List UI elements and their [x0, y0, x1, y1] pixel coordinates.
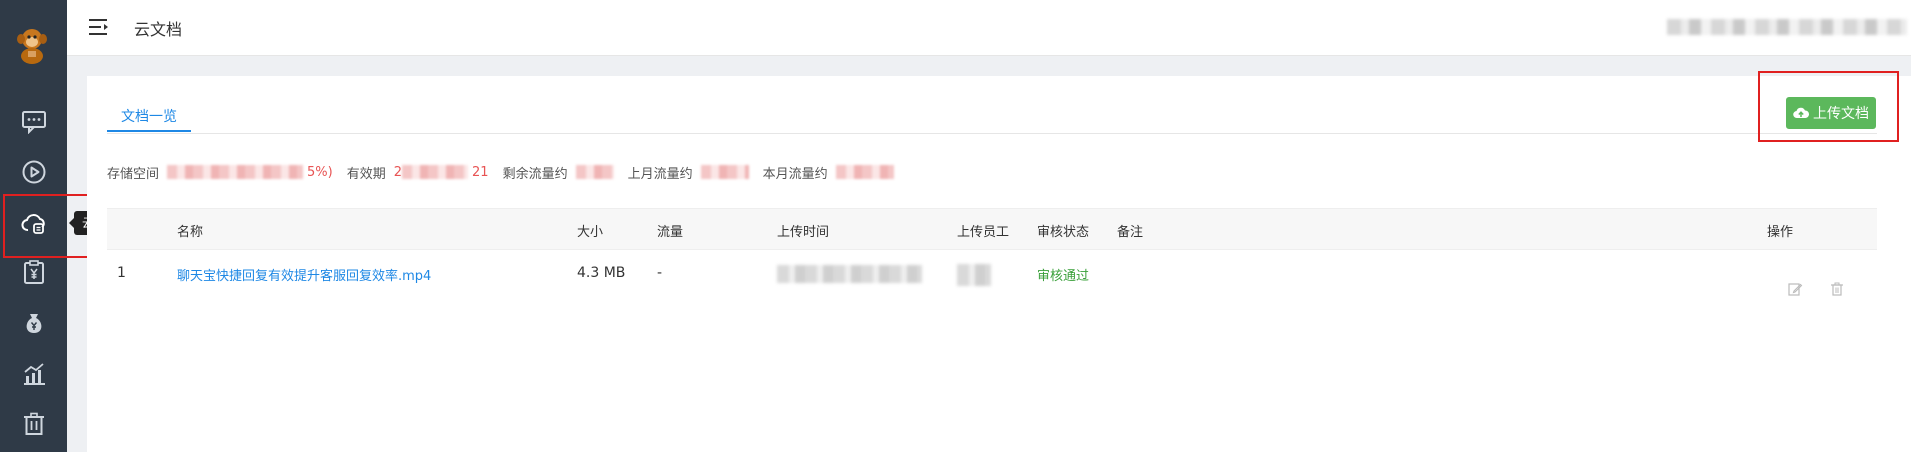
upload-time-redacted [777, 265, 922, 283]
sidebar-item-cloud-docs[interactable] [0, 201, 67, 245]
top-header: 云文档 [67, 0, 1911, 56]
table-row: 1 聊天宝快捷回复有效提升客服回复效率.mp4 4.3 MB - 审核通过 [107, 251, 1877, 301]
column-header-name: 名称 [177, 225, 204, 240]
column-header-size: 大小 [577, 225, 604, 240]
file-traffic: - [657, 265, 663, 281]
upload-button-label: 上传文档 [1813, 106, 1869, 122]
sidebar [0, 0, 67, 452]
trash-icon [1831, 282, 1843, 296]
storage-label: 存储空间 [107, 166, 160, 182]
chat-icon [21, 111, 46, 134]
file-name-link[interactable]: 聊天宝快捷回复有效提升客服回复效率.mp4 [177, 265, 431, 284]
money-bag-icon [26, 314, 41, 333]
column-header-uploader: 上传员工 [957, 225, 1010, 240]
this-month-traffic-label: 本月流量约 [762, 166, 828, 182]
clipboard-yuan-icon [23, 260, 44, 284]
sidebar-item-finance[interactable] [0, 301, 67, 345]
last-month-traffic-label: 上月流量约 [627, 166, 693, 182]
tab-document-list[interactable]: 文档一览 [107, 106, 191, 132]
validity-label: 有效期 [346, 166, 386, 182]
column-header-review-status: 审核状态 [1037, 225, 1090, 240]
last-month-traffic-redacted [700, 165, 749, 179]
storage-value-suffix: 5%) [307, 164, 333, 180]
review-status-badge: 审核通过 [1037, 269, 1090, 284]
table-header: 名称 大小 流量 上传时间 上传员工 审核状态 备注 操作 [107, 208, 1877, 250]
content-card: 文档一览 上传文档 存储空间 5%) 有效期 2 21 剩余流量约 上月流量约 … [87, 76, 1911, 452]
sidebar-item-statistics[interactable] [0, 352, 67, 396]
sidebar-item-billing[interactable] [0, 250, 67, 294]
remaining-traffic-label: 剩余流量约 [502, 166, 568, 182]
validity-value-prefix: 2 [393, 164, 403, 180]
page-title: 云文档 [134, 20, 183, 39]
this-month-traffic-redacted [835, 165, 894, 179]
remaining-traffic-redacted [575, 165, 614, 179]
tab-divider [107, 133, 1877, 134]
delete-button[interactable] [1829, 281, 1845, 297]
play-icon [22, 160, 45, 184]
validity-value-redacted [402, 165, 469, 179]
row-index: 1 [117, 265, 126, 281]
sidebar-item-recycle[interactable] [0, 402, 67, 446]
file-size: 4.3 MB [577, 265, 626, 281]
column-header-actions: 操作 [1767, 225, 1794, 240]
cloud-upload-icon [1793, 107, 1809, 119]
trash-icon [23, 412, 44, 435]
column-header-upload-time: 上传时间 [777, 225, 830, 240]
sidebar-item-video[interactable] [0, 150, 67, 194]
user-info-redacted[interactable] [1667, 19, 1907, 35]
usage-stats: 存储空间 5%) 有效期 2 21 剩余流量约 上月流量约 本月流量约 [107, 162, 898, 182]
storage-value-redacted [167, 165, 304, 179]
validity-value-suffix: 21 [472, 164, 489, 180]
edit-button[interactable] [1787, 281, 1803, 297]
menu-fold-icon [89, 19, 108, 35]
column-header-traffic: 流量 [657, 225, 684, 240]
menu-toggle-button[interactable] [88, 17, 110, 37]
chart-icon [23, 363, 45, 385]
sidebar-item-chat[interactable] [0, 99, 67, 143]
monkey-logo-icon[interactable] [14, 25, 50, 65]
edit-icon [1788, 283, 1803, 296]
uploader-redacted [957, 264, 991, 286]
cloud-document-icon [20, 214, 45, 234]
upload-document-button[interactable]: 上传文档 [1786, 97, 1876, 129]
column-header-remark: 备注 [1117, 225, 1144, 240]
